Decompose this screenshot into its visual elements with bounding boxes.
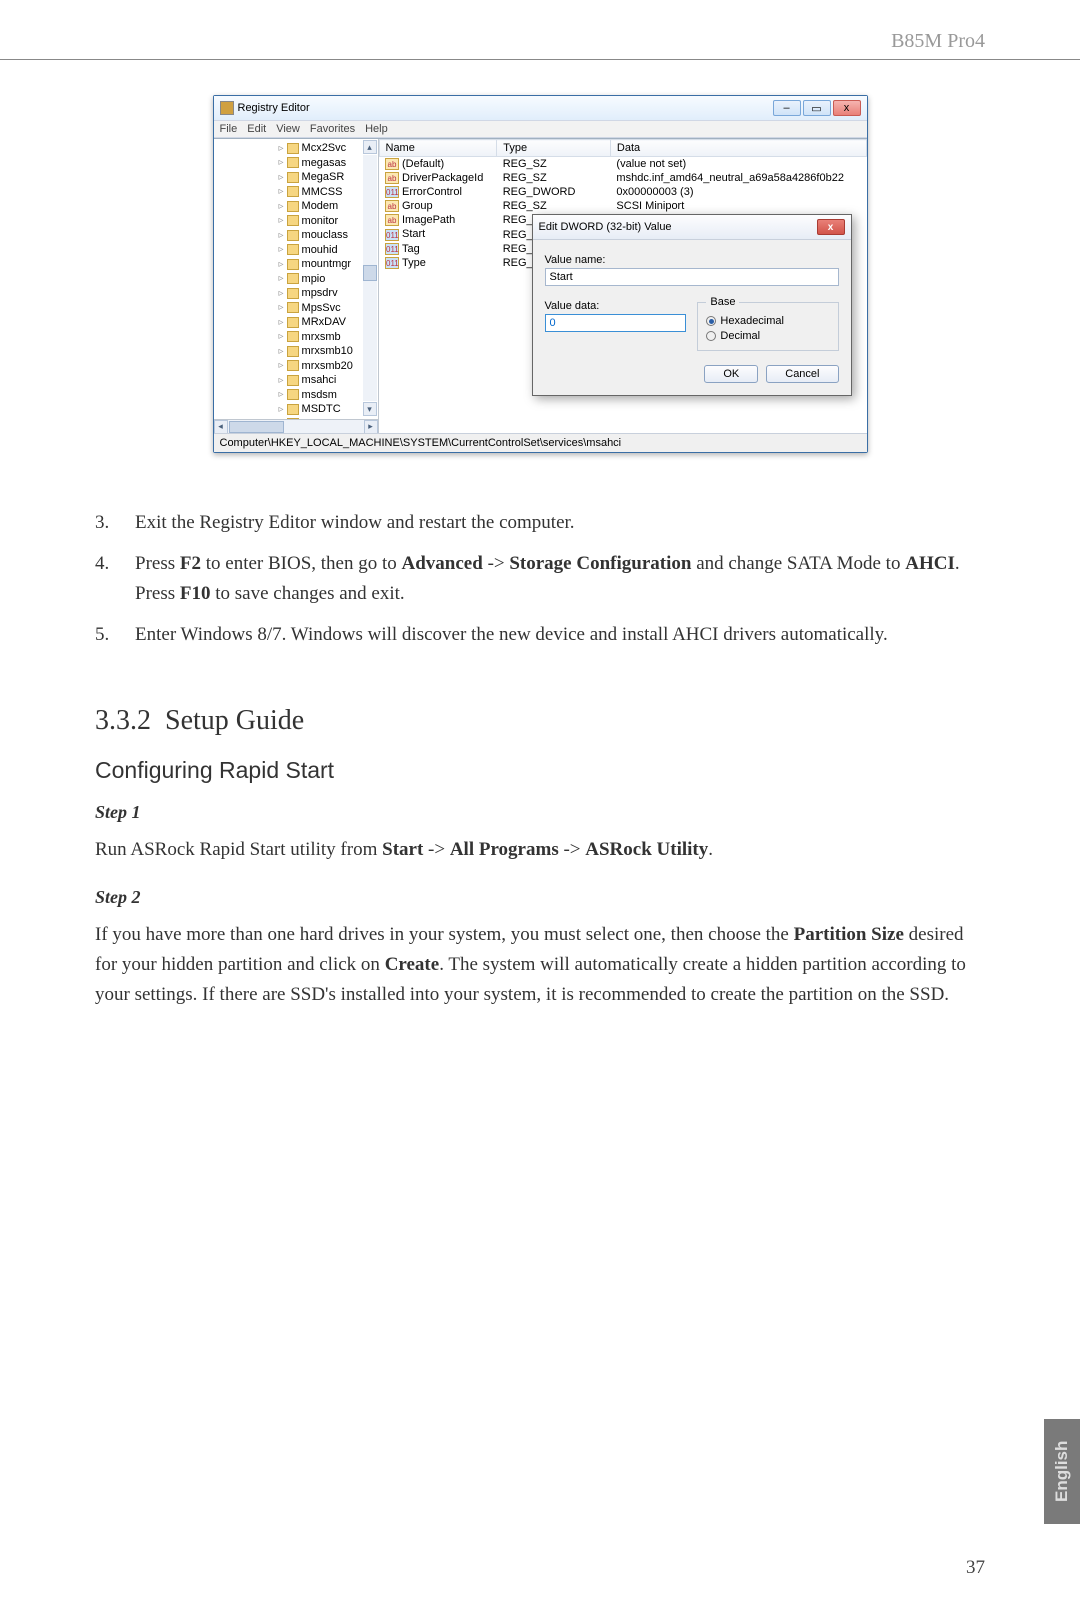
subsection-heading: Configuring Rapid Start — [95, 757, 985, 784]
page-number: 37 — [966, 1557, 985, 1579]
value-icon: ab — [385, 200, 399, 212]
h-scroll-thumb[interactable] — [229, 421, 284, 433]
close-button[interactable]: x — [833, 100, 861, 116]
status-bar: Computer\HKEY_LOCAL_MACHINE\SYSTEM\Curre… — [214, 433, 867, 452]
value-icon: 011 — [385, 243, 399, 255]
folder-icon — [287, 302, 299, 313]
instr-num-5: 5. — [95, 620, 135, 649]
values-pane[interactable]: Name Type Data ab(Default)REG_SZ(value n… — [379, 139, 867, 433]
menu-favorites[interactable]: Favorites — [310, 123, 355, 135]
folder-icon — [287, 404, 299, 415]
menu-view[interactable]: View — [276, 123, 300, 135]
scrollbar-track[interactable] — [363, 155, 377, 401]
edit-dword-dialog: Edit DWORD (32-bit) Value x Value name: … — [532, 214, 852, 396]
scroll-left-icon[interactable]: ◂ — [214, 420, 228, 434]
folder-icon — [287, 259, 299, 270]
folder-icon — [287, 360, 299, 371]
folder-icon — [287, 375, 299, 386]
dialog-title: Edit DWORD (32-bit) Value — [539, 221, 672, 233]
folder-icon — [287, 215, 299, 226]
step1-text: Run ASRock Rapid Start utility from Star… — [95, 835, 985, 865]
folder-icon — [287, 346, 299, 357]
tree-pane[interactable]: ▴ ▾ ▹Mcx2Svc▹megasas▹MegaSR▹MMCSS▹Modem▹… — [214, 139, 379, 433]
folder-icon — [287, 201, 299, 212]
value-data-label: Value data: — [545, 300, 686, 312]
value-icon: 011 — [385, 186, 399, 198]
dialog-titlebar: Edit DWORD (32-bit) Value x — [533, 215, 851, 240]
section-heading: 3.3.2 Setup Guide — [95, 705, 985, 737]
folder-icon — [287, 157, 299, 168]
value-row[interactable]: 011ErrorControlREG_DWORD0x00000003 (3) — [379, 185, 866, 199]
cancel-button[interactable]: Cancel — [766, 365, 838, 383]
scroll-up-icon[interactable]: ▴ — [363, 140, 377, 154]
value-icon: ab — [385, 214, 399, 226]
step2-text: If you have more than one hard drives in… — [95, 920, 985, 1010]
folder-icon — [287, 331, 299, 342]
value-data-field[interactable]: 0 — [545, 314, 686, 332]
radio-off-icon — [706, 331, 716, 341]
folder-icon — [287, 172, 299, 183]
instr-text-5: Enter Windows 8/7. Windows will discover… — [135, 620, 888, 649]
maximize-button[interactable]: ▭ — [803, 100, 831, 116]
step1-heading: Step 1 — [95, 802, 985, 823]
product-name: B85M Pro4 — [891, 30, 985, 53]
scrollbar-thumb[interactable] — [363, 265, 377, 281]
dialog-close-button[interactable]: x — [817, 219, 845, 235]
window-title: Registry Editor — [238, 102, 310, 114]
folder-icon — [287, 317, 299, 328]
instr-text-3: Exit the Registry Editor window and rest… — [135, 508, 575, 537]
menu-help[interactable]: Help — [365, 123, 388, 135]
value-name-field[interactable]: Start — [545, 268, 839, 286]
minimize-button[interactable]: – — [773, 100, 801, 116]
instr-num-4: 4. — [95, 549, 135, 608]
value-row[interactable]: abDriverPackageIdREG_SZmshdc.inf_amd64_n… — [379, 171, 866, 185]
regedit-icon — [220, 101, 234, 115]
value-row[interactable]: ab(Default)REG_SZ(value not set) — [379, 157, 866, 172]
folder-icon — [287, 186, 299, 197]
menu-edit[interactable]: Edit — [247, 123, 266, 135]
base-fieldset: Base Hexadecimal Decimal — [697, 296, 838, 351]
horizontal-scrollbar[interactable]: ◂ ▸ — [214, 419, 378, 433]
value-icon: 011 — [385, 229, 399, 241]
col-name[interactable]: Name — [379, 140, 497, 157]
folder-icon — [287, 230, 299, 241]
dec-radio[interactable]: Decimal — [706, 330, 829, 342]
step2-heading: Step 2 — [95, 887, 985, 908]
folder-icon — [287, 389, 299, 400]
hex-radio[interactable]: Hexadecimal — [706, 315, 829, 327]
ok-button[interactable]: OK — [704, 365, 758, 383]
window-controls: – ▭ x — [773, 100, 861, 116]
registry-editor-screenshot: Registry Editor – ▭ x File Edit View Fav… — [213, 95, 868, 453]
base-label: Base — [706, 296, 739, 308]
window-titlebar: Registry Editor – ▭ x — [214, 96, 867, 120]
value-row[interactable]: abGroupREG_SZSCSI Miniport — [379, 199, 866, 213]
language-tab: English — [1044, 1419, 1080, 1524]
col-data[interactable]: Data — [610, 140, 866, 157]
instruction-list: 3. Exit the Registry Editor window and r… — [95, 508, 985, 650]
instr-num-3: 3. — [95, 508, 135, 537]
scroll-right-icon[interactable]: ▸ — [364, 420, 378, 434]
scroll-down-icon[interactable]: ▾ — [363, 402, 377, 416]
instr-text-4: Press F2 to enter BIOS, then go to Advan… — [135, 549, 985, 608]
folder-icon — [287, 273, 299, 284]
value-icon: 011 — [385, 257, 399, 269]
value-name-label: Value name: — [545, 254, 839, 266]
radio-on-icon — [706, 316, 716, 326]
page-header: B85M Pro4 — [0, 30, 1080, 60]
folder-icon — [287, 244, 299, 255]
folder-icon — [287, 143, 299, 154]
menu-file[interactable]: File — [220, 123, 238, 135]
value-icon: ab — [385, 172, 399, 184]
value-icon: ab — [385, 158, 399, 170]
folder-icon — [287, 288, 299, 299]
col-type[interactable]: Type — [497, 140, 611, 157]
menu-bar: File Edit View Favorites Help — [214, 120, 867, 138]
